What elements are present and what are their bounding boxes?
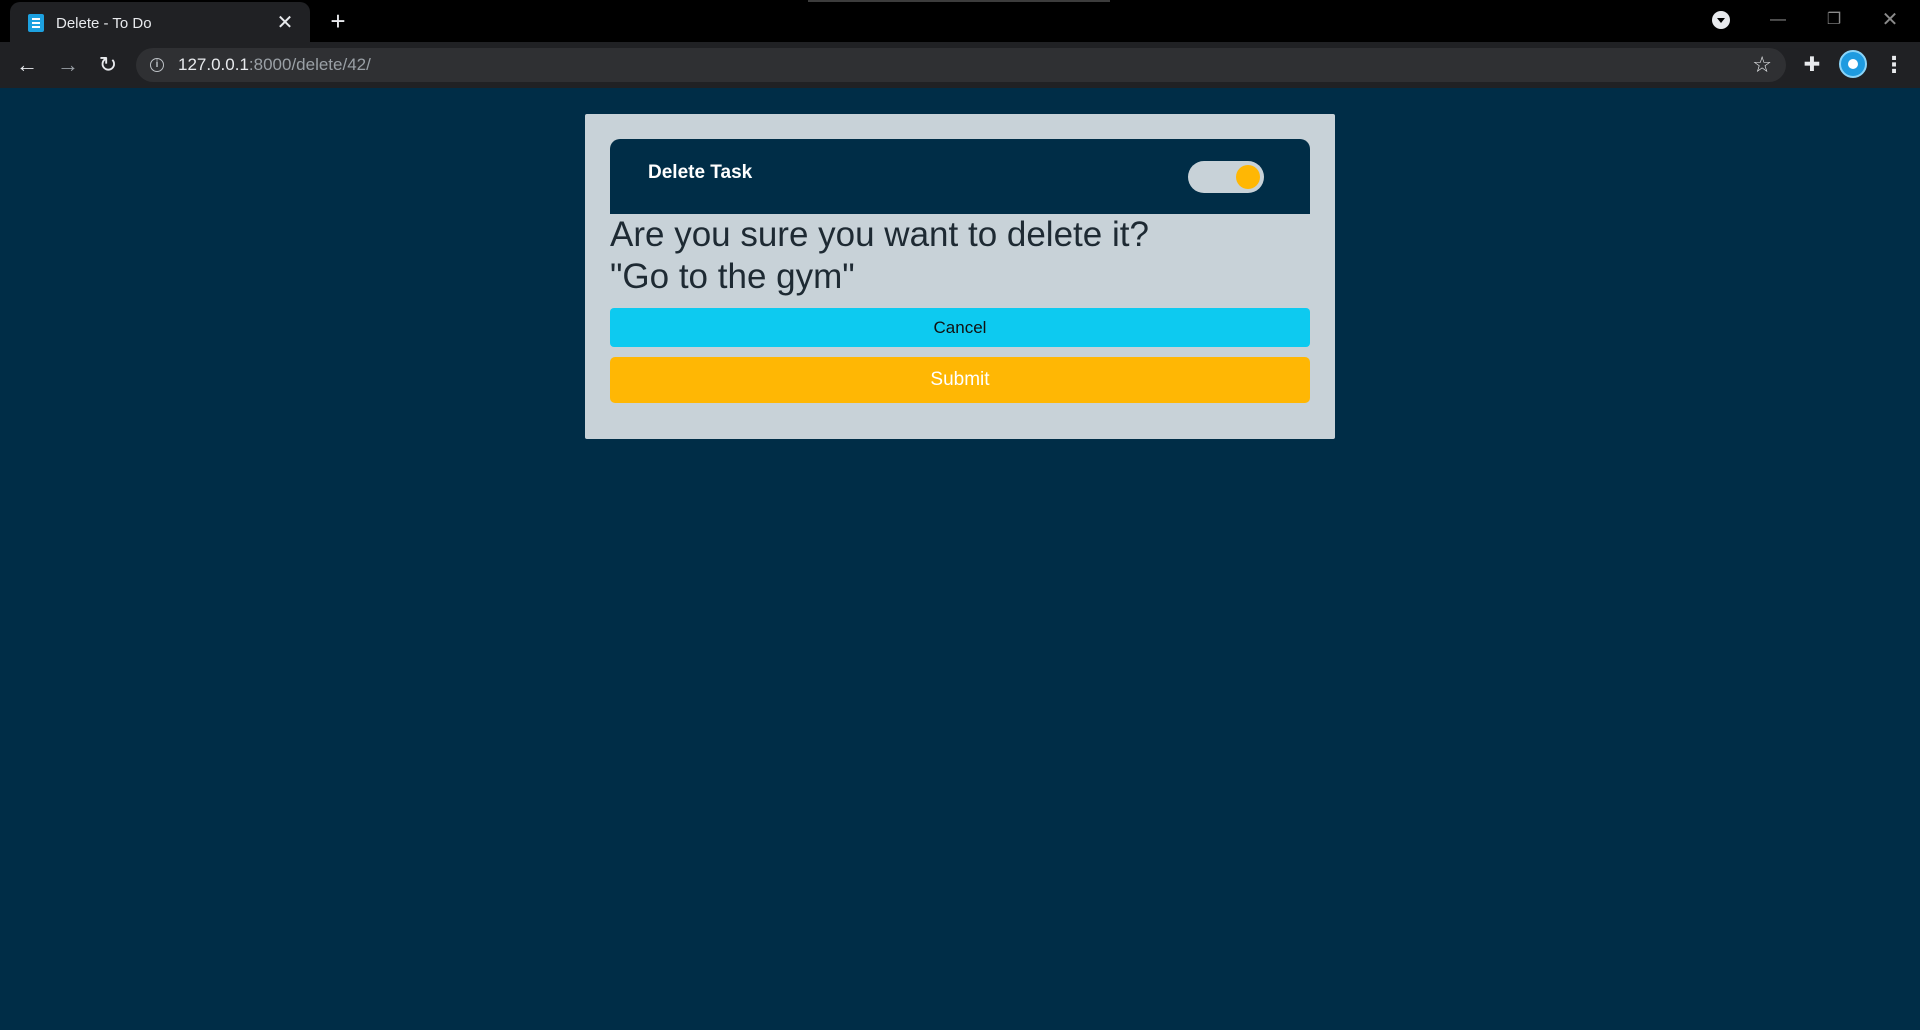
tab-search-icon[interactable] [1712,11,1730,29]
browser-toolbar: ← → ↻ i 127.0.0.1:8000/delete/42/ ☆ ✚ ⋮ [0,42,1920,88]
theme-toggle[interactable] [1188,161,1264,193]
card-header: Delete Task [610,139,1310,214]
back-arrow-icon[interactable]: ← [13,51,41,79]
forward-arrow-icon[interactable]: → [54,51,82,79]
task-name: "Go to the gym" [610,257,855,296]
minimize-button[interactable]: — [1758,6,1798,34]
toggle-knob [1236,165,1260,189]
address-bar[interactable]: i 127.0.0.1:8000/delete/42/ ☆ [136,48,1786,82]
tab-title: Delete - To Do [56,14,152,32]
puzzle-icon[interactable]: ✚ [1800,53,1824,77]
question-text: Are you sure you want to delete it? [610,215,1149,254]
submit-button[interactable]: Submit [610,357,1310,403]
browser-titlebar: Delete - To Do ✕ + — ❐ ✕ [0,0,1920,44]
browser-tab[interactable]: Delete - To Do ✕ [10,2,310,44]
todo-favicon-icon [28,14,44,32]
close-tab-icon[interactable]: ✕ [274,13,296,33]
url-host: 127.0.0.1 [178,55,249,74]
delete-card: Delete Task Are you sure you want to del… [585,114,1335,439]
profile-avatar[interactable] [1839,50,1867,78]
url-text[interactable]: 127.0.0.1:8000/delete/42/ [178,55,371,75]
restore-button[interactable]: ❐ [1814,6,1854,34]
titlebar-strip [808,0,1110,2]
info-icon[interactable]: i [150,58,164,72]
reload-icon[interactable]: ↻ [94,51,122,79]
url-path: :8000/delete/42/ [248,55,371,74]
close-window-button[interactable]: ✕ [1870,6,1910,34]
bookmark-star-icon[interactable]: ☆ [1752,52,1772,78]
cancel-button[interactable]: Cancel [610,308,1310,347]
kebab-menu-icon[interactable]: ⋮ [1882,51,1906,79]
page-title: Delete Task [648,162,753,183]
confirm-question: Are you sure you want to delete it? "Go … [610,214,1310,298]
new-tab-button[interactable]: + [324,6,352,36]
